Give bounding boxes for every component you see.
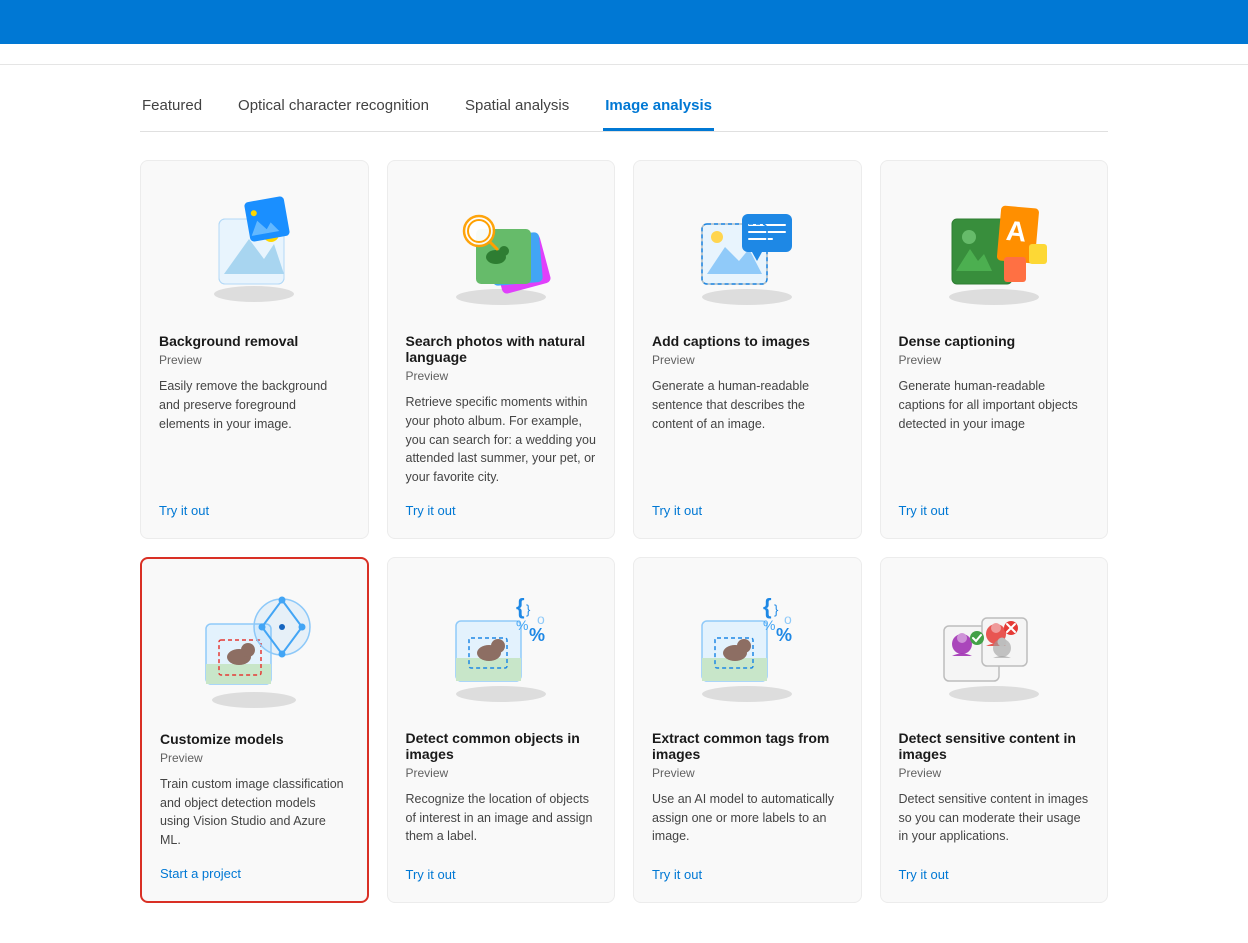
- card-link-customize-models[interactable]: Start a project: [160, 866, 349, 881]
- card-image-background-removal: [159, 179, 350, 319]
- card-title-dense-captioning: Dense captioning: [899, 333, 1090, 349]
- card-title-extract-tags: Extract common tags from images: [652, 730, 843, 762]
- card-add-captions[interactable]: Add captions to images Preview Generate …: [633, 160, 862, 539]
- card-customize-models[interactable]: Customize models Preview Train custom im…: [140, 557, 369, 903]
- svg-text:%: %: [776, 625, 792, 645]
- card-badge-search-photos: Preview: [406, 369, 597, 383]
- card-image-add-captions: [652, 179, 843, 319]
- tab-spatial[interactable]: Spatial analysis: [463, 85, 571, 131]
- card-link-detect-objects[interactable]: Try it out: [406, 867, 597, 882]
- main-content: Featured Optical character recognition Spa…: [0, 65, 1248, 943]
- card-desc-background-removal: Easily remove the background and preserv…: [159, 377, 350, 487]
- topbar: [0, 0, 1248, 44]
- svg-text:%: %: [529, 625, 545, 645]
- tab-ocr[interactable]: Optical character recognition: [236, 85, 431, 131]
- card-background-removal[interactable]: Background removal Preview Easily remove…: [140, 160, 369, 539]
- card-desc-detect-objects: Recognize the location of objects of int…: [406, 790, 597, 851]
- card-image-extract-tags: { } % % o: [652, 576, 843, 716]
- tab-featured[interactable]: Featured: [140, 85, 204, 131]
- card-title-search-photos: Search photos with natural language: [406, 333, 597, 365]
- card-link-add-captions[interactable]: Try it out: [652, 503, 843, 518]
- card-badge-detect-sensitive: Preview: [899, 766, 1090, 780]
- cards-grid: Background removal Preview Easily remove…: [140, 160, 1108, 903]
- card-image-dense-captioning: A: [899, 179, 1090, 319]
- card-detect-objects[interactable]: { } % % o Detect common objects in image…: [387, 557, 616, 903]
- card-link-dense-captioning[interactable]: Try it out: [899, 503, 1090, 518]
- card-desc-add-captions: Generate a human-readable sentence that …: [652, 377, 843, 487]
- card-title-detect-objects: Detect common objects in images: [406, 730, 597, 762]
- card-extract-tags[interactable]: { } % % o Extract common tags from image…: [633, 557, 862, 903]
- subnav: [0, 44, 1248, 65]
- svg-text:}: }: [774, 602, 779, 617]
- svg-text:%: %: [516, 617, 528, 633]
- card-image-detect-sensitive: [899, 576, 1090, 716]
- card-badge-customize-models: Preview: [160, 751, 349, 765]
- card-title-add-captions: Add captions to images: [652, 333, 843, 349]
- card-search-photos[interactable]: Search photos with natural language Prev…: [387, 160, 616, 539]
- card-badge-extract-tags: Preview: [652, 766, 843, 780]
- card-desc-extract-tags: Use an AI model to automatically assign …: [652, 790, 843, 851]
- card-desc-search-photos: Retrieve specific moments within your ph…: [406, 393, 597, 487]
- svg-text:}: }: [526, 602, 531, 617]
- card-title-customize-models: Customize models: [160, 731, 349, 747]
- card-image-customize-models: [160, 577, 349, 717]
- card-badge-add-captions: Preview: [652, 353, 843, 367]
- card-title-detect-sensitive: Detect sensitive content in images: [899, 730, 1090, 762]
- svg-text:{: {: [516, 594, 525, 619]
- svg-text:A: A: [1005, 215, 1028, 248]
- card-badge-detect-objects: Preview: [406, 766, 597, 780]
- svg-text:o: o: [537, 611, 545, 627]
- card-desc-dense-captioning: Generate human-readable captions for all…: [899, 377, 1090, 487]
- card-badge-background-removal: Preview: [159, 353, 350, 367]
- card-detect-sensitive[interactable]: Detect sensitive content in images Previ…: [880, 557, 1109, 903]
- card-image-search-photos: [406, 179, 597, 319]
- svg-text:{: {: [763, 594, 772, 619]
- card-badge-dense-captioning: Preview: [899, 353, 1090, 367]
- tabs-container: Featured Optical character recognition Spa…: [140, 85, 1108, 132]
- card-link-detect-sensitive[interactable]: Try it out: [899, 867, 1090, 882]
- card-dense-captioning[interactable]: A Dense captioning Preview Generate huma…: [880, 160, 1109, 539]
- card-title-background-removal: Background removal: [159, 333, 350, 349]
- svg-text:o: o: [784, 611, 792, 627]
- card-link-search-photos[interactable]: Try it out: [406, 503, 597, 518]
- card-desc-detect-sensitive: Detect sensitive content in images so yo…: [899, 790, 1090, 851]
- card-link-extract-tags[interactable]: Try it out: [652, 867, 843, 882]
- card-desc-customize-models: Train custom image classification and ob…: [160, 775, 349, 850]
- card-image-detect-objects: { } % % o: [406, 576, 597, 716]
- card-link-background-removal[interactable]: Try it out: [159, 503, 350, 518]
- svg-text:%: %: [763, 617, 775, 633]
- tab-image[interactable]: Image analysis: [603, 85, 714, 131]
